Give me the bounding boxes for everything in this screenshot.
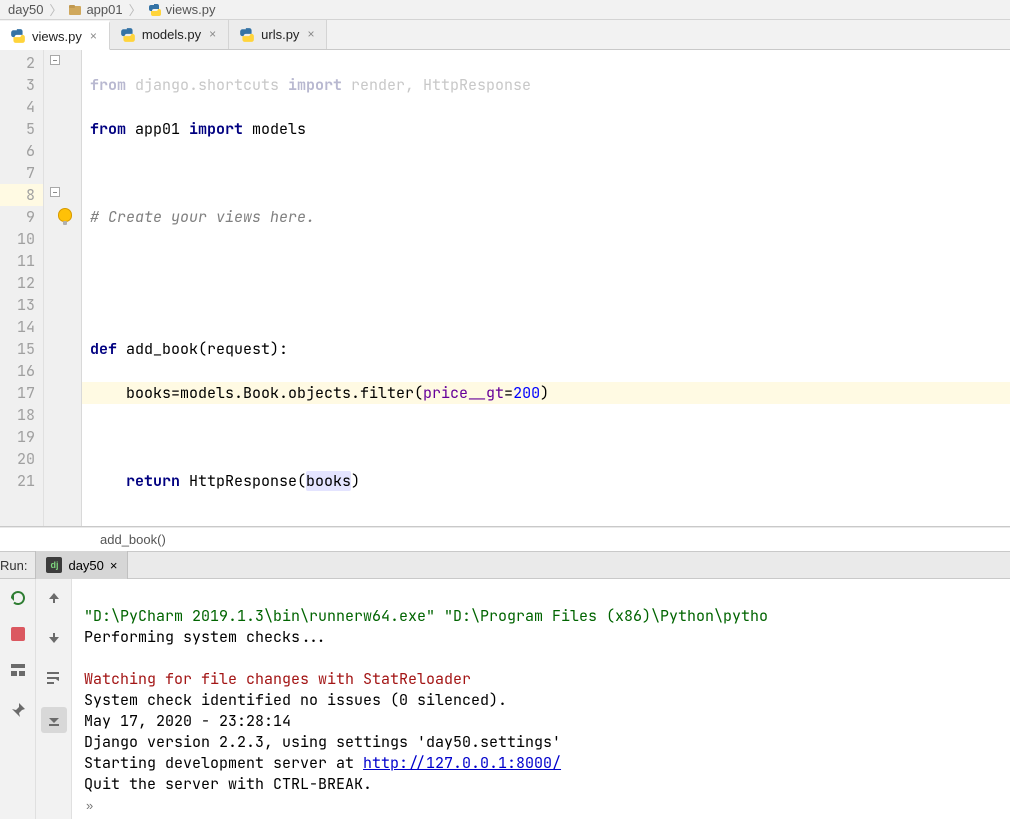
chevron-right-icon: 〉	[127, 0, 144, 19]
django-icon: dj	[46, 557, 62, 573]
python-file-icon	[148, 3, 162, 17]
code-editor[interactable]: 23456789101112131415161718192021 from dj…	[0, 50, 1010, 527]
close-icon[interactable]: ×	[110, 558, 118, 573]
run-config-tab[interactable]: dj day50 ×	[35, 551, 128, 579]
fold-toggle-icon[interactable]	[50, 187, 60, 197]
breadcrumb-item[interactable]: app01	[64, 2, 126, 17]
editor-tabbar: views.py × models.py × urls.py ×	[0, 20, 1010, 50]
breadcrumb: day50 〉 app01 〉 views.py	[0, 0, 1010, 20]
stop-button[interactable]	[11, 627, 25, 641]
editor-breadcrumb-footer: add_book()	[0, 527, 1010, 551]
down-button[interactable]	[43, 627, 65, 649]
current-function-label: add_book()	[100, 532, 166, 547]
console-line: Django version 2.2.3, using settings 'da…	[84, 732, 561, 752]
run-config-label: day50	[68, 558, 103, 573]
breadcrumb-item[interactable]: day50	[4, 2, 47, 17]
line-number-gutter: 23456789101112131415161718192021	[0, 50, 44, 526]
console-line: May 17, 2020 - 23:28:14	[84, 711, 291, 731]
close-icon[interactable]: ×	[88, 31, 99, 42]
gutter-marks	[44, 50, 82, 526]
rerun-button[interactable]	[7, 587, 29, 609]
console-line: Performing system checks...	[84, 627, 327, 647]
tab-models[interactable]: models.py ×	[110, 20, 229, 49]
run-toolbar-primary	[0, 579, 36, 819]
fold-toggle-icon[interactable]	[50, 55, 60, 65]
layout-button[interactable]	[7, 659, 29, 681]
python-file-icon	[120, 27, 136, 43]
run-toolwindow-title: Run:	[0, 558, 35, 573]
breadcrumb-label: views.py	[166, 2, 216, 17]
tab-label: urls.py	[261, 27, 299, 42]
console-line: Starting development server at http://12…	[84, 753, 561, 773]
breadcrumb-label: day50	[8, 2, 43, 17]
chevron-right-icon: 〉	[47, 0, 64, 19]
breadcrumb-item[interactable]: views.py	[144, 2, 220, 17]
console-line: Watching for file changes with StatReloa…	[84, 669, 471, 689]
tab-views[interactable]: views.py ×	[0, 21, 110, 50]
run-console[interactable]: "D:\PyCharm 2019.1.3\bin\runnerw64.exe" …	[72, 579, 1010, 819]
soft-wrap-button[interactable]	[43, 667, 65, 689]
console-line: System check identified no issues (0 sil…	[84, 690, 507, 710]
server-url-link[interactable]: http://127.0.0.1:8000/	[363, 753, 561, 773]
run-toolwindow-header: Run: dj day50 ×	[0, 551, 1010, 579]
folder-icon	[68, 3, 82, 17]
tab-urls[interactable]: urls.py ×	[229, 20, 327, 49]
tab-label: models.py	[142, 27, 201, 42]
more-icon[interactable]: »	[86, 798, 91, 813]
python-file-icon	[10, 28, 26, 44]
run-toolbar-secondary: »	[36, 579, 72, 819]
run-toolwindow: » "D:\PyCharm 2019.1.3\bin\runnerw64.exe…	[0, 579, 1010, 819]
code-content[interactable]: from django.shortcuts import render, Htt…	[82, 50, 1010, 526]
close-icon[interactable]: ×	[305, 29, 316, 40]
intention-bulb-icon[interactable]	[58, 208, 72, 222]
breadcrumb-label: app01	[86, 2, 122, 17]
pin-button[interactable]	[7, 699, 29, 721]
close-icon[interactable]: ×	[207, 29, 218, 40]
tab-label: views.py	[32, 29, 82, 44]
up-button[interactable]	[43, 587, 65, 609]
console-line: Quit the server with CTRL-BREAK.	[84, 774, 372, 794]
scroll-to-end-button[interactable]	[41, 707, 67, 733]
python-file-icon	[239, 27, 255, 43]
console-line: "D:\PyCharm 2019.1.3\bin\runnerw64.exe" …	[84, 606, 768, 626]
